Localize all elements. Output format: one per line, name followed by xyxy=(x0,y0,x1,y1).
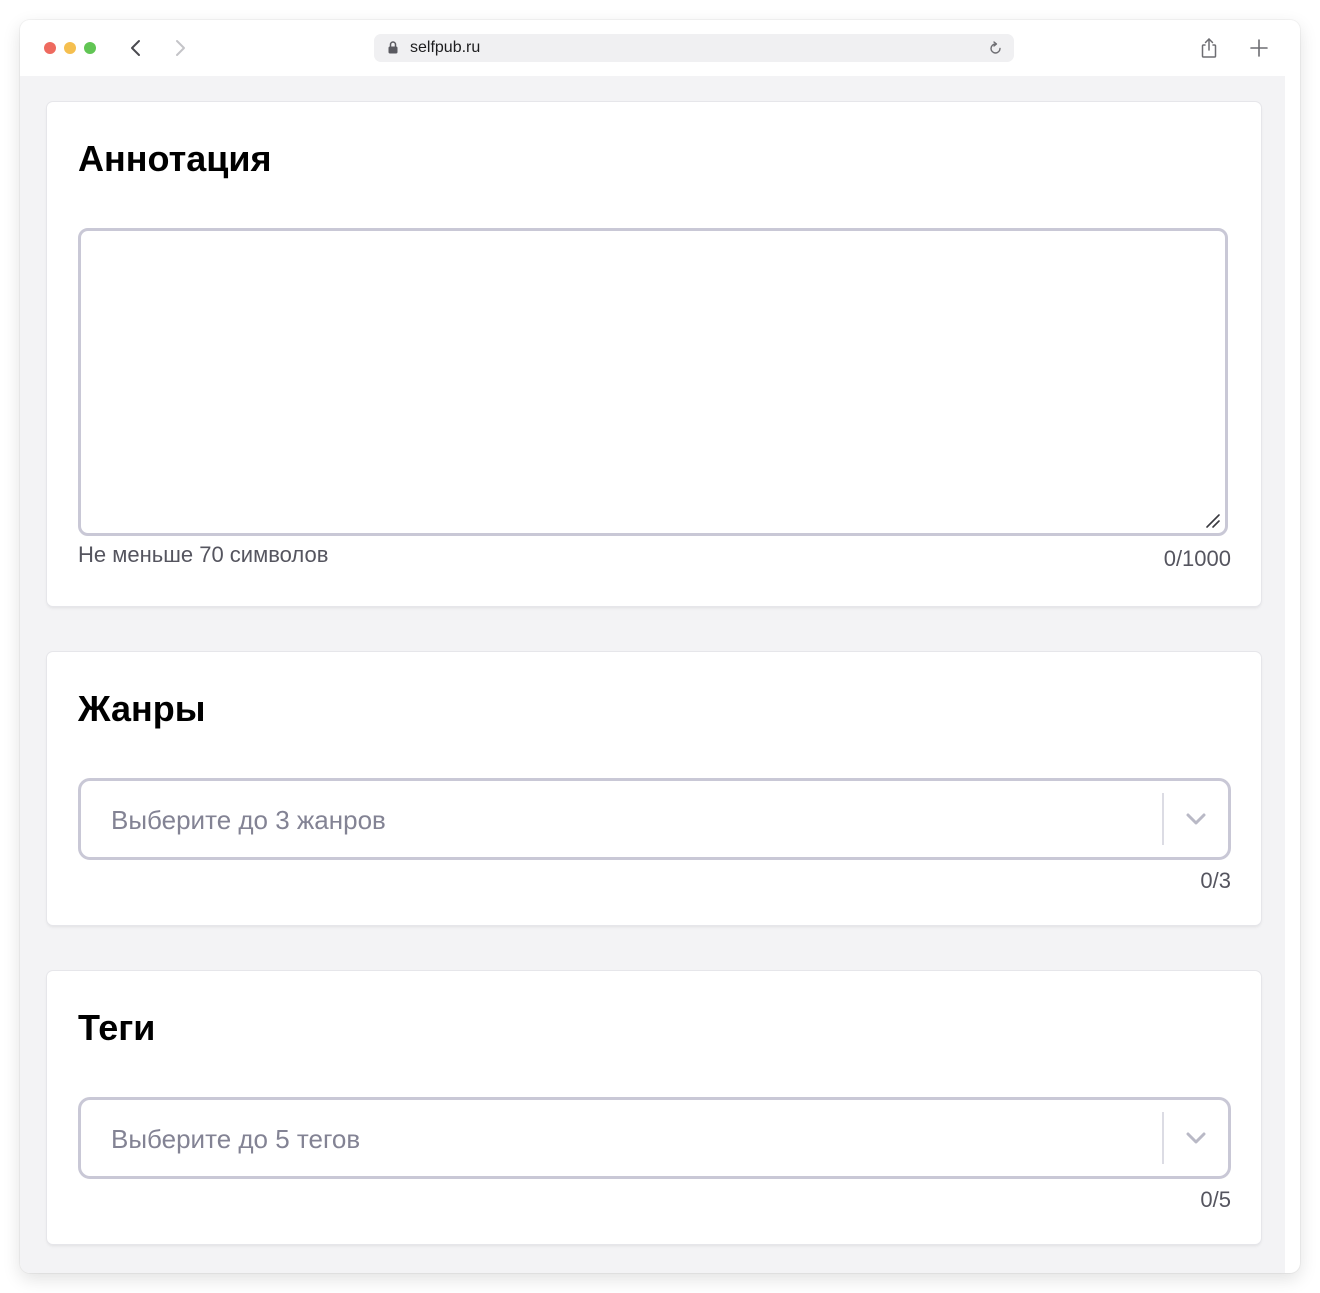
page-content: Аннотация Не меньше 70 символов 0/1000 Ж… xyxy=(20,76,1285,1273)
maximize-window-button[interactable] xyxy=(84,42,96,54)
annotation-title: Аннотация xyxy=(78,138,272,179)
address-bar[interactable]: selfpub.ru xyxy=(374,34,1014,62)
share-icon xyxy=(1201,38,1217,58)
chevron-left-icon xyxy=(131,40,140,56)
forward-button[interactable] xyxy=(168,36,192,60)
close-window-button[interactable] xyxy=(44,42,56,54)
browser-window: selfpub.ru Аннотация Не меньше 70 символ… xyxy=(20,20,1300,1273)
url-text: selfpub.ru xyxy=(410,39,481,56)
resize-handle-icon[interactable] xyxy=(1205,513,1221,529)
plus-icon xyxy=(1250,39,1268,57)
select-divider xyxy=(1162,793,1164,845)
tags-counter: 0/5 xyxy=(1200,1187,1231,1212)
annotation-counter: 0/1000 xyxy=(1163,546,1231,571)
genres-counter: 0/3 xyxy=(1200,868,1231,893)
tags-card: Теги Выберите до 5 тегов 0/5 xyxy=(47,971,1261,1244)
tags-placeholder: Выберите до 5 тегов xyxy=(111,1124,361,1154)
tags-title: Теги xyxy=(78,1007,156,1048)
reload-icon[interactable] xyxy=(989,41,1002,55)
chevron-down-icon[interactable] xyxy=(1184,811,1208,827)
lock-icon xyxy=(388,41,398,54)
chevron-down-icon[interactable] xyxy=(1184,1130,1208,1146)
annotation-card: Аннотация Не меньше 70 символов 0/1000 xyxy=(47,102,1261,606)
genres-select[interactable]: Выберите до 3 жанров xyxy=(78,778,1231,860)
annotation-hint: Не меньше 70 символов xyxy=(78,542,329,567)
share-button[interactable] xyxy=(1198,36,1220,60)
annotation-textarea[interactable] xyxy=(78,228,1228,536)
new-tab-button[interactable] xyxy=(1248,37,1270,59)
select-divider xyxy=(1162,1112,1164,1164)
chevron-right-icon xyxy=(176,40,185,56)
genres-placeholder: Выберите до 3 жанров xyxy=(111,805,386,835)
browser-toolbar: selfpub.ru xyxy=(20,20,1300,76)
genres-title: Жанры xyxy=(78,688,206,729)
tags-select[interactable]: Выберите до 5 тегов xyxy=(78,1097,1231,1179)
minimize-window-button[interactable] xyxy=(64,42,76,54)
genres-card: Жанры Выберите до 3 жанров 0/3 xyxy=(47,652,1261,925)
back-button[interactable] xyxy=(124,36,148,60)
